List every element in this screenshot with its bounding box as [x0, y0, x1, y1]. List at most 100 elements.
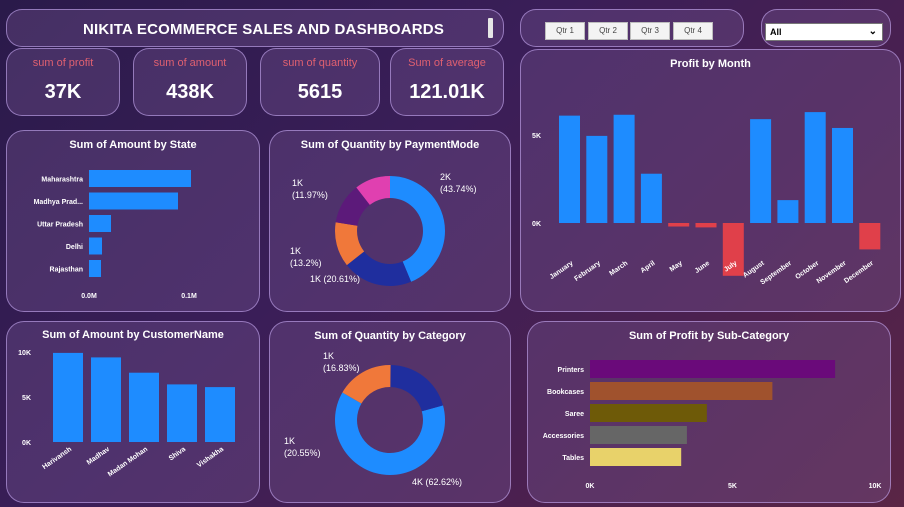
month-label: March — [608, 260, 629, 278]
month-bar — [586, 135, 608, 223]
subcategory-bar — [590, 404, 707, 422]
dropdown-value: All — [770, 27, 782, 37]
state-bar — [89, 215, 111, 232]
kpi-value: 5615 — [297, 81, 343, 103]
slice-label-purple: 1K (11.97%) — [292, 178, 328, 200]
chart-profit-by-month: Profit by Month January February March Apri… — [520, 49, 901, 312]
month-label: January — [549, 260, 575, 281]
paymentmode-donut-svg — [335, 176, 445, 286]
customer-label: Harivansh — [41, 446, 73, 471]
subcategory-label: Printers — [558, 367, 585, 374]
slice-label-navy: 1K (20.61%) — [310, 274, 361, 284]
customer-bar — [129, 372, 159, 442]
qtr-2-button[interactable]: Qtr 2 — [588, 22, 628, 40]
slice-label-blue: 4K (62.62%) — [412, 477, 463, 487]
chart-profit-by-subcategory: Sum of Profit by Sub-Category Printers Bo… — [527, 321, 891, 503]
customer-label: Vishakha — [196, 446, 225, 469]
kpi-value: 438K — [166, 81, 214, 103]
month-bar — [804, 112, 826, 223]
subcategory-bar — [590, 360, 836, 378]
scrollbar[interactable] — [488, 18, 493, 38]
subcategory-label: Accessories — [543, 433, 584, 440]
y-tick-label: 0K — [532, 221, 541, 228]
filter-dropdown[interactable]: All ⌄ — [765, 23, 883, 41]
customer-label: Madhav — [86, 446, 111, 467]
x-tick-label: 0.1M — [181, 293, 197, 300]
y-tick-label: 10K — [18, 350, 31, 357]
month-bar — [695, 223, 717, 228]
state-label: Rajasthan — [50, 267, 83, 274]
state-bar — [89, 170, 191, 187]
slice-label-blue: 2K (43.74%) — [440, 172, 477, 194]
month-label: September — [759, 260, 793, 287]
state-label: Uttar Pradesh — [37, 222, 83, 229]
month-label: December — [843, 260, 875, 285]
customer-bar — [53, 352, 83, 442]
kpi-value: 37K — [44, 81, 82, 103]
x-tick-label: 0K — [586, 483, 595, 490]
x-tick-label: 0.0M — [81, 293, 97, 300]
title-bar: NIKITA ECOMMERCE SALES AND DASHBOARDS — [6, 9, 504, 47]
month-bar — [750, 119, 772, 223]
customer-label: Madan Mohan — [107, 446, 149, 479]
subcategory-label: Bookcases — [547, 389, 584, 396]
kpi-label: sum of amount — [153, 57, 227, 69]
month-label: April — [639, 260, 656, 275]
qtr-4-button[interactable]: Qtr 4 — [673, 22, 713, 40]
month-bar — [859, 223, 881, 250]
state-bar — [89, 192, 178, 210]
donut-slice — [390, 365, 444, 412]
subcategory-label: Tables — [562, 455, 584, 462]
chart-quantity-by-category: Sum of Quantity by Category 4K (62.62%) … — [269, 321, 511, 503]
state-label: Delhi — [66, 244, 83, 251]
month-label: February — [573, 260, 602, 283]
kpi-label: Sum of average — [408, 57, 486, 69]
chart-quantity-by-paymentmode: Sum of Quantity by PaymentMode 2K (43.74%… — [269, 130, 511, 312]
month-bar — [668, 223, 690, 227]
month-label: May — [669, 260, 684, 274]
filter-panel: All ⌄ — [761, 9, 891, 47]
kpi-card-quantity: sum of quantity 5615 — [260, 48, 380, 116]
month-bar — [559, 115, 580, 223]
dashboard-title: NIKITA ECOMMERCE SALES AND DASHBOARDS — [83, 21, 445, 38]
customer-bar — [167, 384, 197, 442]
x-tick-label: 5K — [728, 483, 737, 490]
month-bar — [832, 127, 853, 223]
subcategory-bar — [590, 426, 687, 444]
month-bar — [777, 200, 799, 223]
month-bar — [613, 114, 635, 223]
slice-label-orange: 1K (13.2%) — [290, 246, 322, 268]
subcategory-bar — [590, 448, 682, 466]
state-label: Madhya Prad... — [34, 199, 83, 206]
subcategory-label: Saree — [565, 411, 584, 418]
qtr-1-button[interactable]: Qtr 1 — [545, 22, 585, 40]
state-bar-svg: Maharashtra Madhya Prad... Uttar Pradesh De… — [34, 170, 197, 300]
kpi-label: sum of profit — [32, 57, 94, 69]
subcategory-bar-svg: Printers Bookcases Saree Accessories Tables 0… — [543, 360, 882, 490]
month-bar-svg: JanuaryFebruary March April May June July Augu… — [532, 112, 881, 287]
chart-amount-by-customer: Sum of Amount by CustomerName Harivansh M… — [6, 321, 260, 503]
month-label: June — [694, 260, 711, 275]
y-tick-label: 0K — [22, 440, 31, 447]
slice-label-orange: 1K (16.83%) — [323, 351, 360, 373]
kpi-value: 121.01K — [409, 81, 485, 103]
state-bar — [89, 237, 102, 255]
state-label: Maharashtra — [41, 177, 83, 184]
month-label: November — [816, 260, 848, 286]
chevron-down-icon: ⌄ — [868, 26, 877, 37]
y-tick-label: 5K — [22, 395, 31, 402]
x-tick-label: 10K — [869, 483, 882, 490]
month-bar — [640, 173, 662, 223]
customer-bar — [91, 357, 121, 442]
kpi-card-average: Sum of average 121.01K — [390, 48, 504, 116]
qtr-3-button[interactable]: Qtr 3 — [630, 22, 670, 40]
customer-label: Shiva — [168, 446, 187, 463]
chart-amount-by-state: Sum of Amount by State Maharashtra Madhya… — [6, 130, 260, 312]
state-bar — [89, 260, 101, 277]
kpi-label: sum of quantity — [282, 57, 358, 69]
y-tick-label: 5K — [532, 133, 541, 140]
slice-label-navy: 1K (20.55%) — [284, 436, 321, 458]
kpi-card-amount: sum of amount 438K — [133, 48, 247, 116]
subcategory-bar — [590, 382, 773, 400]
kpi-card-profit: sum of profit 37K — [6, 48, 120, 116]
